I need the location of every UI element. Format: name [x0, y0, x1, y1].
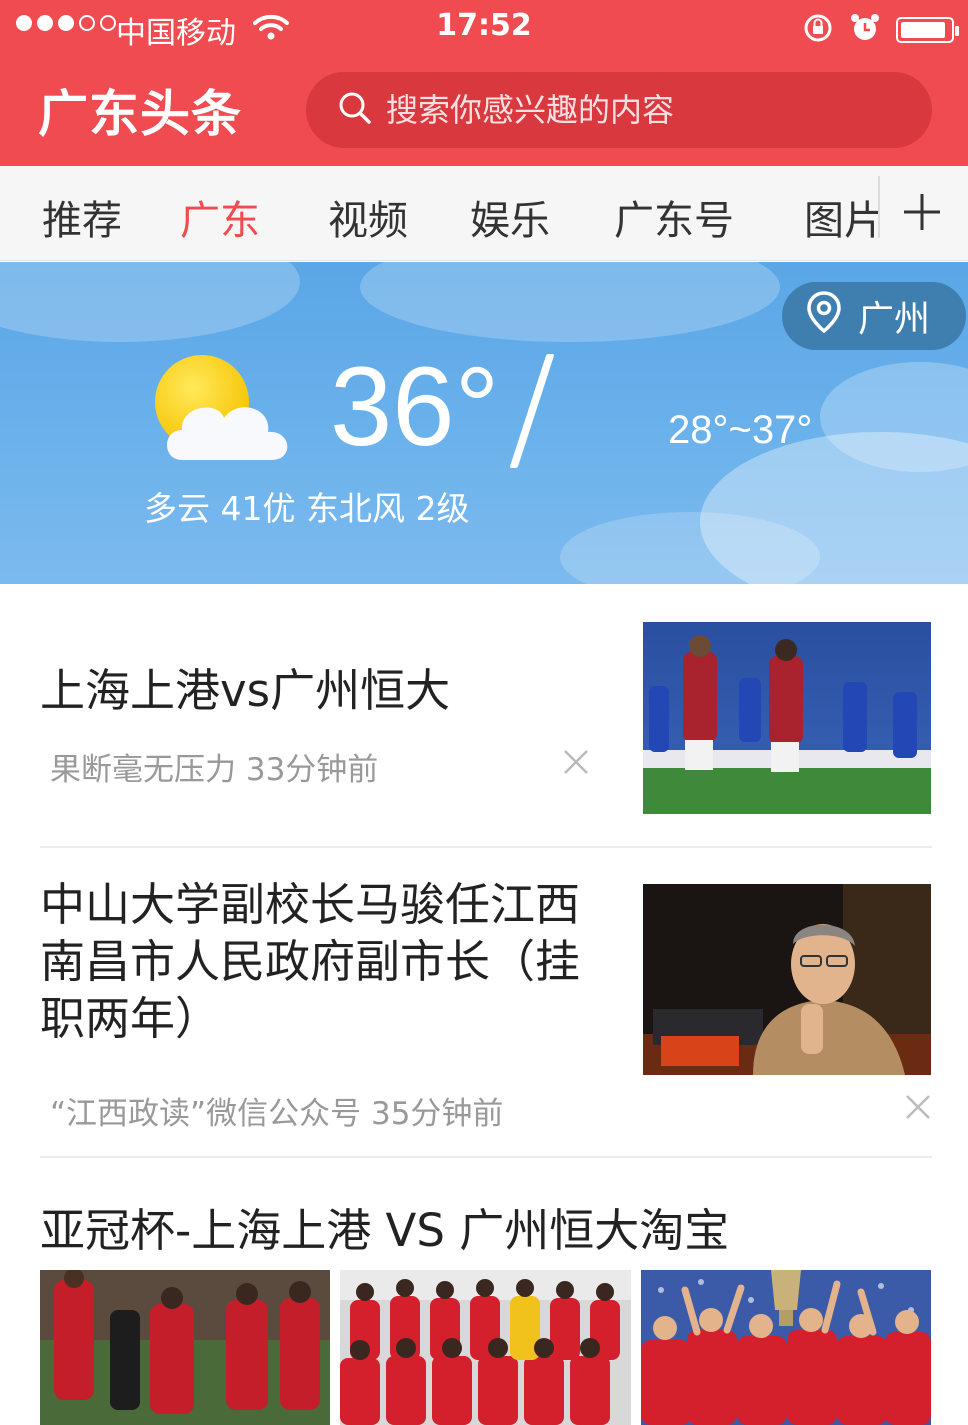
tab-guangdong[interactable]: 广东: [180, 188, 260, 246]
news-thumbnail[interactable]: [643, 884, 931, 1075]
news-thumbnail[interactable]: [340, 1270, 631, 1425]
add-channel-icon[interactable]: [900, 190, 944, 234]
app-logo: 广东头条: [38, 85, 242, 143]
news-title[interactable]: 上海上港vs广州恒大: [40, 654, 450, 719]
close-icon[interactable]: [562, 748, 590, 776]
temperature-separator: [509, 354, 555, 468]
current-temperature: 36°: [330, 344, 500, 469]
news-title[interactable]: 中山大学副校长马骏任江西南昌市人民政府副市长（挂职两年）: [40, 876, 620, 1047]
search-input[interactable]: [386, 91, 906, 129]
tab-divider: [878, 176, 880, 238]
tab-pictures[interactable]: 图片: [804, 188, 880, 246]
tab-recommend[interactable]: 推荐: [42, 188, 122, 246]
news-thumbnail[interactable]: [641, 1270, 931, 1425]
news-meta: 果断毫无压力 33分钟前: [50, 752, 379, 788]
tab-guangdong-account[interactable]: 广东号: [614, 188, 734, 246]
temperature-range: 28°~37°: [668, 408, 813, 452]
close-icon[interactable]: [904, 1093, 932, 1121]
news-meta: “江西政读”微信公众号 35分钟前: [50, 1096, 504, 1132]
app-header: 中国移动 17:52 广东头条: [0, 0, 968, 166]
partly-cloudy-icon: [150, 350, 295, 469]
news-title[interactable]: 亚冠杯-上海上港 VS 广州恒大淘宝: [40, 1194, 729, 1259]
news-thumbnail[interactable]: [643, 622, 931, 814]
battery-icon: [896, 17, 959, 43]
search-bar[interactable]: [306, 72, 932, 148]
channel-tabs: 推荐 广东 视频 娱乐 广东号 图片: [0, 166, 968, 261]
weather-description: 多云 41优 东北风 2级: [144, 489, 470, 528]
divider: [40, 846, 932, 848]
location-pin-icon: [806, 290, 858, 342]
news-thumbnail[interactable]: [40, 1270, 330, 1425]
search-icon: [338, 91, 372, 129]
divider: [40, 1156, 932, 1158]
weather-card[interactable]: 广州 36° 28°~37° 多云 41优 东北风 2级: [0, 262, 968, 584]
location-button[interactable]: 广州: [782, 282, 966, 350]
status-bar: 中国移动 17:52: [0, 0, 968, 56]
rotation-lock-icon: [802, 12, 834, 48]
location-label: 广州: [858, 299, 931, 340]
alarm-icon: [850, 13, 880, 47]
tab-video[interactable]: 视频: [328, 188, 408, 246]
tab-entertainment[interactable]: 娱乐: [470, 188, 550, 246]
